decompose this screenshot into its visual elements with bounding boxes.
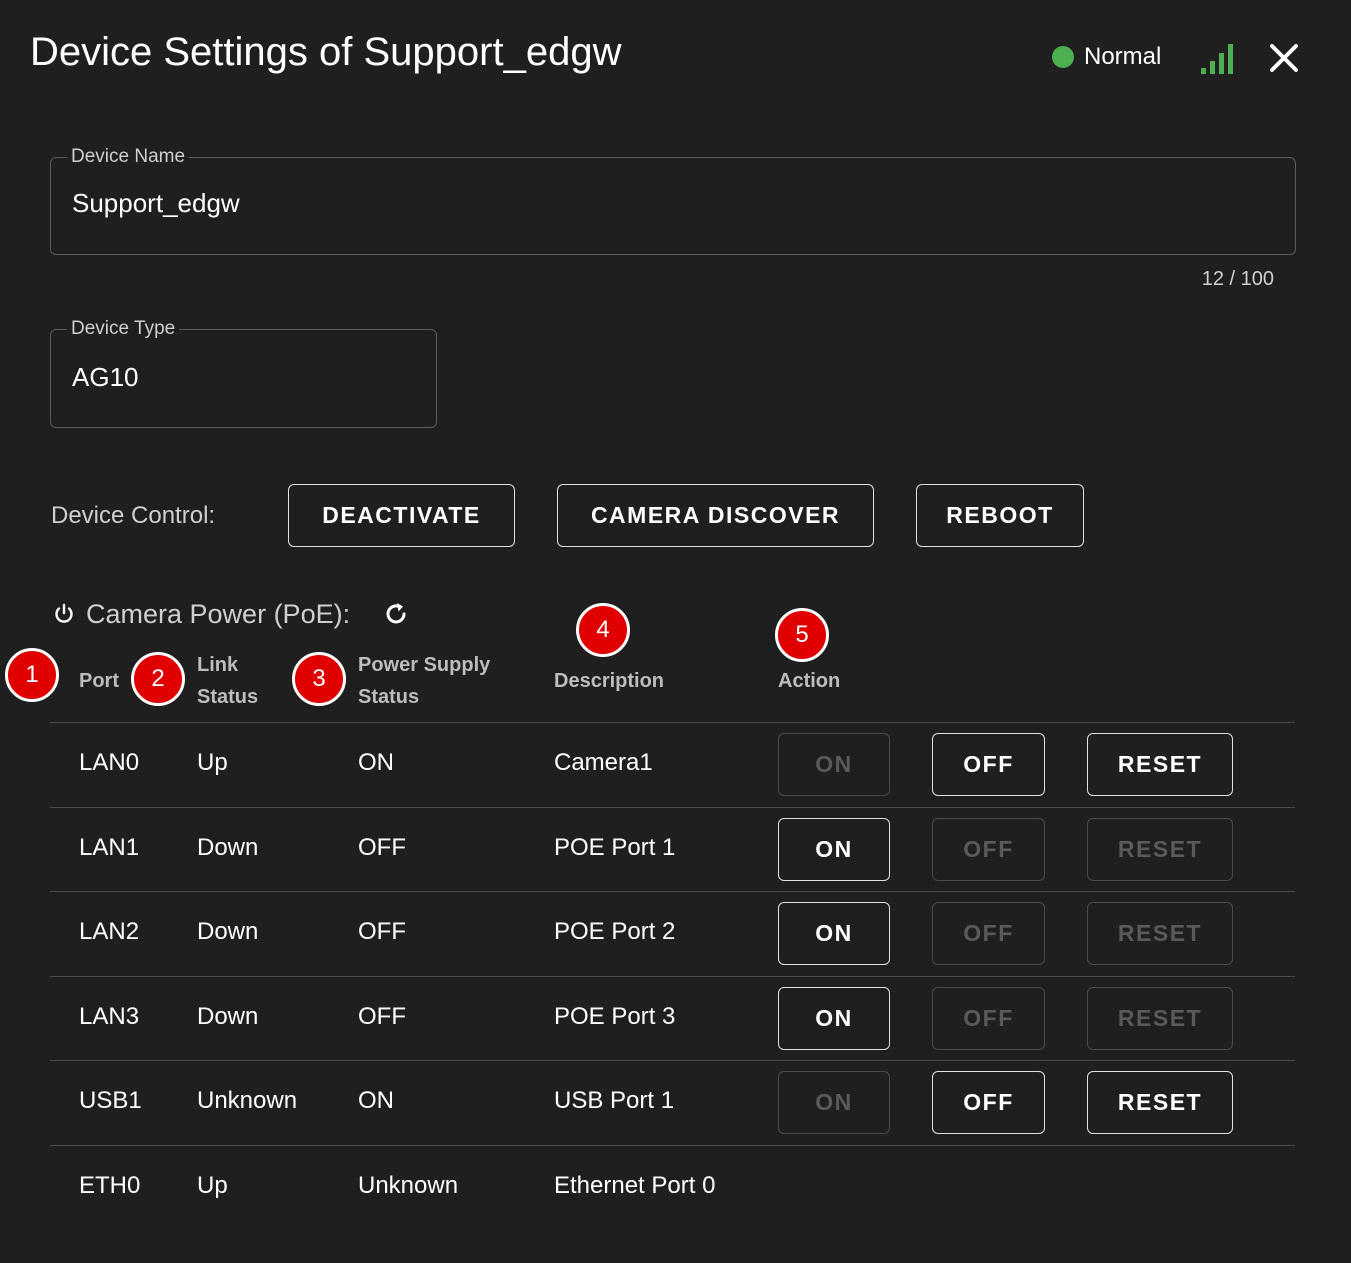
- poe-off-button: OFF: [932, 817, 1045, 881]
- poe-reset-button: RESET: [1087, 902, 1233, 965]
- row-divider: [50, 1060, 1295, 1061]
- link-status-cell: Down: [197, 918, 259, 945]
- poe-on-button[interactable]: ON: [778, 902, 890, 965]
- header-description: Description: [554, 670, 665, 692]
- refresh-icon[interactable]: [382, 600, 410, 628]
- device-name-field[interactable]: Device Name: [50, 146, 1296, 255]
- description-cell: USB Port 1: [554, 1087, 675, 1114]
- deactivate-button[interactable]: DEACTIVATE: [288, 484, 515, 547]
- description-cell: POE Port 2: [554, 918, 676, 945]
- port-cell: ETH0: [79, 1171, 141, 1199]
- poe-reset-button: RESET: [1087, 986, 1233, 1050]
- port-cell: LAN1: [79, 833, 140, 861]
- annotation-badge-2: 2: [131, 652, 185, 706]
- power-supply-cell: OFF: [358, 918, 406, 945]
- device-name-input[interactable]: [72, 188, 1192, 219]
- description-cell: Camera1: [554, 749, 653, 776]
- status-dot-icon: [1052, 46, 1074, 68]
- link-status-cell: Down: [197, 833, 259, 861]
- annotation-badge-3: 3: [292, 652, 346, 706]
- header-power-line2: Status: [358, 686, 420, 708]
- annotation-badge-5: 5: [775, 608, 829, 662]
- row-divider: [50, 975, 1295, 977]
- close-icon[interactable]: [1266, 40, 1302, 76]
- power-supply-cell: OFF: [358, 833, 406, 861]
- status-text: Normal: [1084, 43, 1162, 70]
- poe-reset-button[interactable]: RESET: [1087, 733, 1233, 796]
- annotation-badge-4: 4: [576, 603, 630, 657]
- page-title: Device Settings of Support_edgw: [30, 30, 622, 74]
- reboot-button[interactable]: REBOOT: [916, 484, 1084, 547]
- poe-off-button[interactable]: OFF: [932, 1071, 1045, 1134]
- port-cell: USB1: [79, 1087, 142, 1114]
- link-status-cell: Unknown: [197, 1087, 298, 1114]
- device-name-counter: 12 / 100: [1201, 268, 1274, 290]
- description-cell: Ethernet Port 0: [554, 1171, 716, 1199]
- row-divider: [50, 1144, 1295, 1146]
- poe-reset-button: RESET: [1087, 817, 1233, 881]
- poe-on-button: ON: [778, 1071, 890, 1134]
- poe-reset-button[interactable]: RESET: [1087, 1071, 1233, 1134]
- connection-status: Normal: [1052, 42, 1161, 72]
- row-divider: [50, 891, 1295, 892]
- power-supply-cell: Unknown: [358, 1171, 459, 1199]
- annotation-badge-1: 1: [5, 648, 59, 702]
- power-supply-cell: ON: [358, 1087, 394, 1114]
- power-icon: [55, 603, 73, 623]
- row-divider: [50, 806, 1295, 808]
- link-status-cell: Up: [197, 1171, 228, 1199]
- poe-section-title: Camera Power (PoE):: [52, 596, 350, 632]
- header-power-line1: Power Supply: [358, 654, 491, 676]
- power-supply-cell: OFF: [358, 1002, 406, 1030]
- device-type-field: Device Type AG10: [50, 318, 437, 428]
- header-action: Action: [778, 670, 841, 692]
- device-control-label: Device Control:: [51, 502, 216, 529]
- device-type-label: Device Type: [67, 318, 180, 340]
- poe-on-button[interactable]: ON: [778, 817, 890, 881]
- port-cell: LAN3: [79, 1002, 140, 1030]
- power-supply-cell: ON: [358, 749, 394, 776]
- row-divider: [50, 722, 1295, 723]
- poe-on-button: ON: [778, 733, 890, 796]
- header-link-line1: Link: [197, 654, 239, 676]
- poe-off-button: OFF: [932, 986, 1045, 1050]
- port-cell: LAN2: [79, 918, 140, 945]
- link-status-cell: Down: [197, 1002, 259, 1030]
- description-cell: POE Port 3: [554, 1002, 676, 1030]
- device-type-value: AG10: [72, 362, 139, 392]
- header-link-status: Link Status: [197, 649, 258, 713]
- signal-icon: [1201, 44, 1233, 74]
- poe-on-button[interactable]: ON: [778, 986, 890, 1050]
- header-power-supply-status: Power Supply Status: [358, 649, 490, 713]
- poe-off-button: OFF: [932, 902, 1045, 965]
- header-port: Port: [79, 670, 119, 692]
- poe-title-text: Camera Power (PoE):: [86, 598, 351, 629]
- device-name-label: Device Name: [67, 146, 190, 168]
- poe-off-button[interactable]: OFF: [932, 733, 1045, 796]
- link-status-cell: Up: [197, 749, 228, 776]
- header-link-line2: Status: [197, 686, 259, 708]
- port-cell: LAN0: [79, 749, 140, 776]
- camera-discover-button[interactable]: CAMERA DISCOVER: [557, 484, 874, 547]
- description-cell: POE Port 1: [554, 833, 676, 861]
